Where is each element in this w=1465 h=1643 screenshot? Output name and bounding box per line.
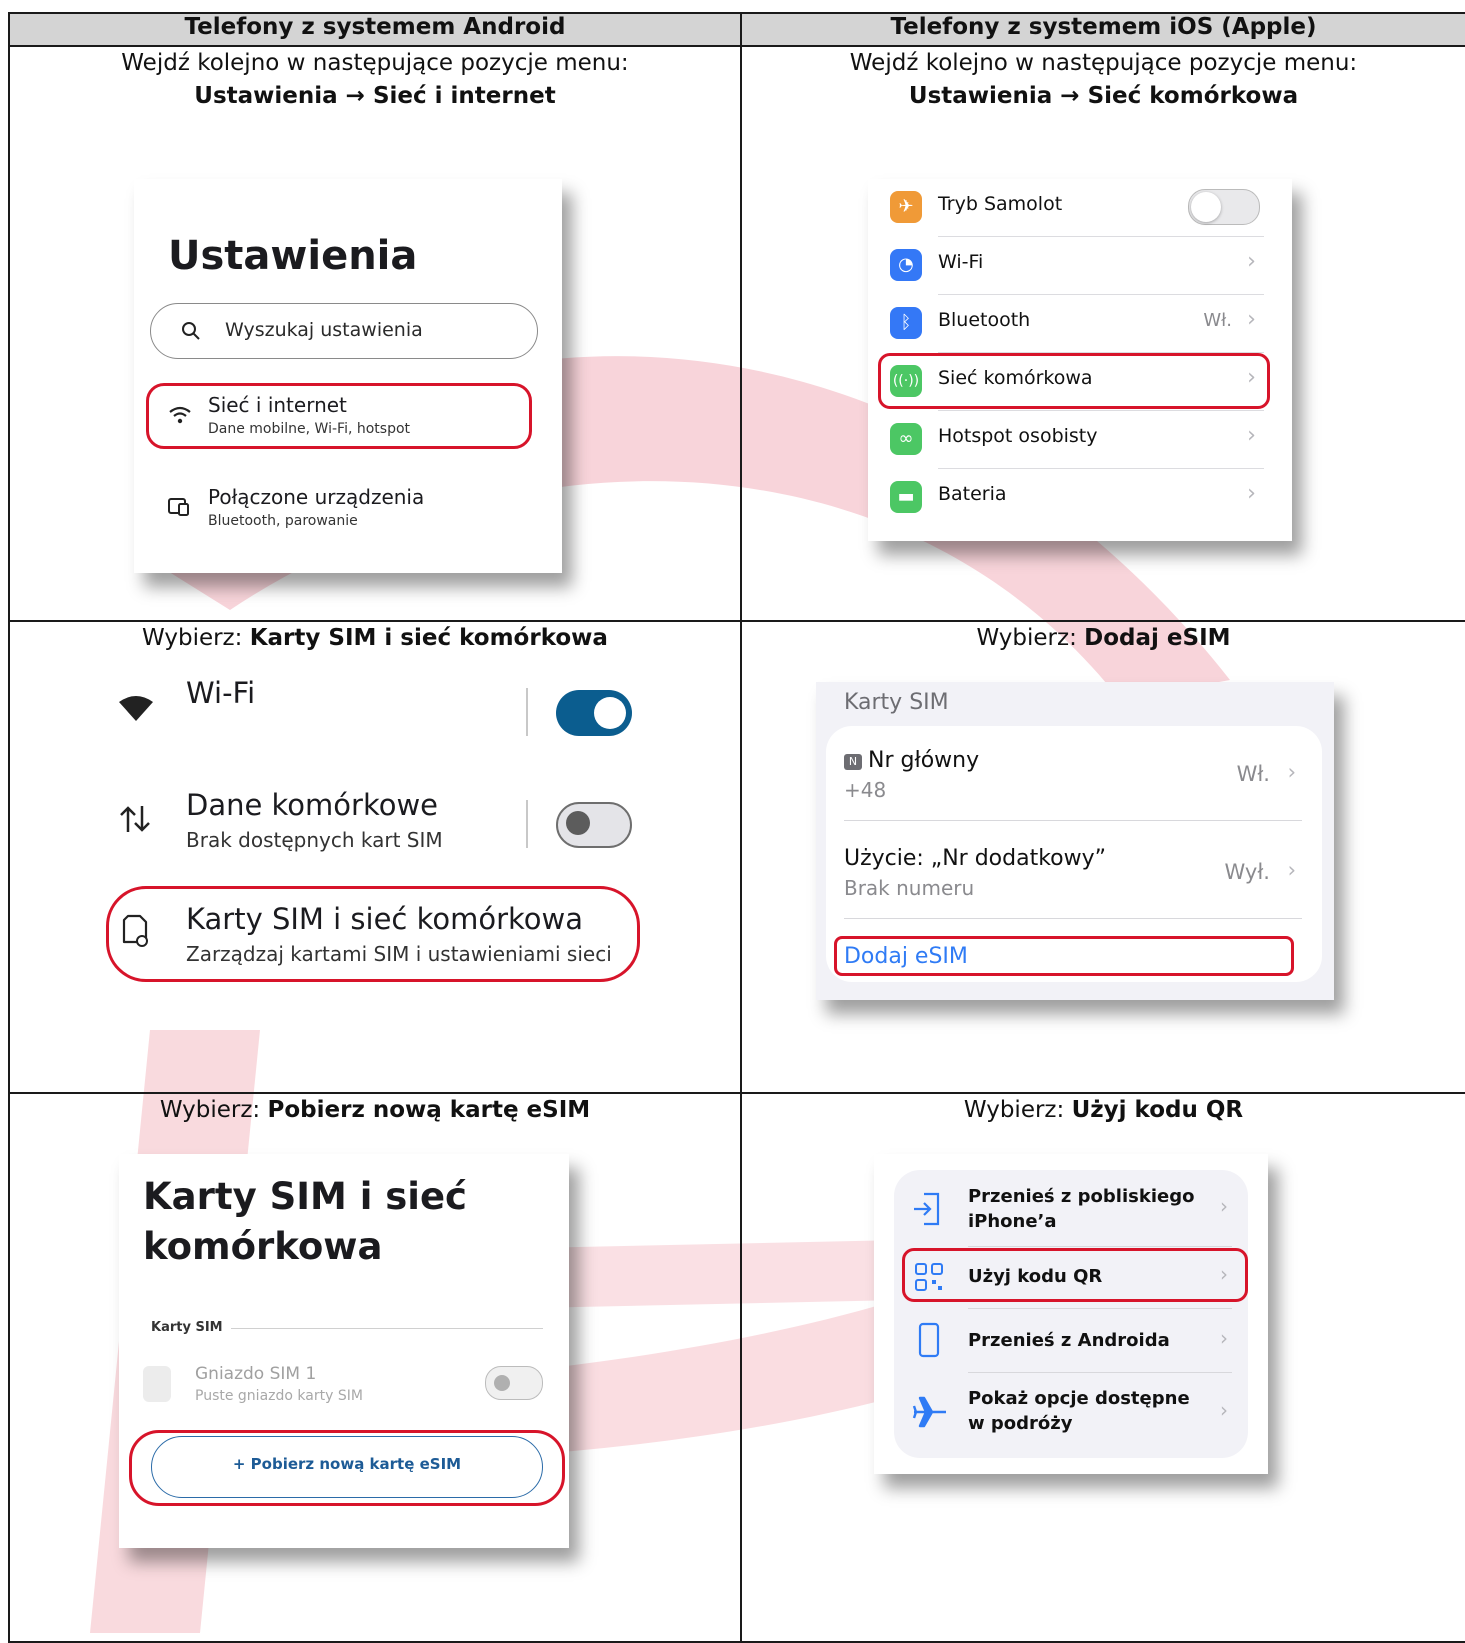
search-input[interactable]: Wyszukaj ustawienia	[150, 303, 538, 359]
phone-icon	[918, 1322, 940, 1358]
chevron-right-icon: ›	[1219, 1398, 1228, 1422]
highlight-download-esim	[129, 1430, 565, 1506]
sim-secondary-sub: Brak numeru	[843, 876, 975, 900]
settings-item-devices-title: Połączone urządzenia	[208, 485, 425, 509]
step3-ios-instruction: Wybierz: Użyj kodu QR	[963, 1097, 1244, 1123]
search-placeholder: Wyszukaj ustawienia	[225, 319, 423, 341]
highlight-network	[146, 383, 532, 449]
chevron-right-icon: ›	[1247, 423, 1256, 448]
mobile-data-toggle[interactable]	[556, 802, 632, 848]
ios-row-bluetooth[interactable]: ᛒ Bluetooth Wł. ›	[872, 295, 1280, 353]
cell-android-step2: Wybierz: Karty SIM i sieć komórkowa Wi-F…	[8, 620, 742, 1094]
header-ios: Telefony z systemem iOS (Apple)	[739, 12, 1465, 47]
sim-primary-number: +48	[843, 778, 887, 802]
sim-section-header: Karty SIM	[843, 690, 949, 715]
data-transfer-icon	[120, 806, 150, 832]
airplane-icon	[912, 1396, 946, 1428]
step1-ios-instruction: Wejdź kolejno w następujące pozycje menu…	[849, 50, 1358, 76]
header-android: Telefony z systemem Android	[8, 12, 742, 47]
bluetooth-icon: ᛒ	[889, 307, 922, 339]
chevron-right-icon: ›	[1287, 858, 1296, 882]
transfer-in-icon	[913, 1192, 940, 1226]
option-transfer-android[interactable]: Przenieś z Androida ›	[894, 1308, 1248, 1372]
settings-title: Ustawienia	[168, 233, 418, 279]
chevron-right-icon: ›	[1219, 1194, 1228, 1218]
step1-android-path: Ustawienia → Sieć i internet	[194, 83, 556, 109]
sim-primary-title[interactable]: Nr główny	[868, 748, 979, 773]
airplane-icon: ✈	[889, 191, 922, 223]
step1-ios-path: Ustawienia → Sieć komórkowa	[908, 83, 1299, 109]
wifi-toggle[interactable]	[556, 690, 632, 736]
ios-row-hotspot-label: Hotspot osobisty	[937, 425, 1098, 447]
cell-android-step3: Wybierz: Pobierz nową kartę eSIM Karty S…	[8, 1092, 742, 1643]
ios-row-hotspot[interactable]: ∞ Hotspot osobisty ›	[872, 411, 1280, 469]
settings-item-connected-devices[interactable]: Połączone urządzenia Bluetooth, parowani…	[134, 479, 554, 539]
airplane-toggle[interactable]	[1187, 189, 1260, 225]
mobile-data-sub: Brak dostępnych kart SIM	[186, 828, 443, 852]
chevron-right-icon: ›	[1219, 1326, 1228, 1350]
sim-page-title: Karty SIM i sieć komórkowa	[143, 1175, 467, 1268]
chevron-right-icon: ›	[1287, 760, 1296, 784]
ios-row-bluetooth-value: Wł.	[1203, 310, 1232, 331]
option-transfer-iphone-label: Przenieś z pobliskiego iPhone’a	[967, 1186, 1195, 1232]
ios-settings-screenshot: ✈ Tryb Samolot ◔ Wi-Fi › ᛒ Bluetooth Wł.…	[867, 179, 1292, 541]
sim-slot-sub: Puste gniazdo karty SIM	[195, 1388, 363, 1404]
ios-row-airplane[interactable]: ✈ Tryb Samolot	[872, 179, 1280, 237]
ios-row-battery-label: Bateria	[937, 483, 1007, 505]
search-icon	[182, 322, 200, 340]
devices-icon	[168, 498, 189, 516]
ios-row-battery[interactable]: ▬ Bateria ›	[872, 469, 1280, 527]
chevron-right-icon: ›	[1247, 249, 1256, 274]
chevron-right-icon: ›	[1247, 481, 1256, 506]
cell-ios-step2: Wybierz: Dodaj eSIM Karty SIM N Nr główn…	[739, 620, 1465, 1094]
step1-android-instruction: Wejdź kolejno w następujące pozycje menu…	[121, 50, 629, 76]
cell-ios-step3: Wybierz: Użyj kodu QR Przenieś z poblisk…	[739, 1092, 1465, 1643]
battery-icon: ▬	[889, 481, 922, 513]
cell-ios-step1: Wejdź kolejno w następujące pozycje menu…	[739, 45, 1465, 622]
settings-item-devices-sub: Bluetooth, parowanie	[208, 513, 358, 529]
highlight-cellular	[877, 353, 1270, 409]
ios-row-wifi[interactable]: ◔ Wi-Fi ›	[872, 237, 1280, 295]
option-transfer-android-label: Przenieś z Androida	[967, 1330, 1170, 1351]
wifi-label: Wi-Fi	[186, 676, 256, 710]
highlight-use-qr	[901, 1248, 1248, 1302]
step3-android-instruction: Wybierz: Pobierz nową kartę eSIM	[159, 1097, 591, 1123]
sim-slot-title: Gniazdo SIM 1	[195, 1364, 317, 1384]
android-sim-screenshot: Karty SIM i sieć komórkowa Karty SIM Gnia…	[119, 1154, 569, 1548]
sim-primary-value: Wł.	[1236, 762, 1270, 786]
mobile-data-label: Dane komórkowe	[186, 788, 439, 822]
sim-badge: N	[843, 754, 862, 770]
cell-android-step1: Wejdź kolejno w następujące pozycje menu…	[8, 45, 742, 622]
ios-esim-options-screenshot: Przenieś z pobliskiego iPhone’a › Użyj ko…	[873, 1154, 1268, 1474]
hotspot-icon: ∞	[889, 423, 922, 455]
option-travel[interactable]: Pokaż opcje dostępne w podróży ›	[894, 1372, 1248, 1452]
option-travel-label: Pokaż opcje dostępne w podróży	[967, 1388, 1190, 1434]
sim-secondary-value: Wył.	[1224, 860, 1270, 884]
ios-row-airplane-label: Tryb Samolot	[937, 193, 1063, 215]
chevron-right-icon: ›	[1247, 307, 1256, 332]
ios-row-bluetooth-label: Bluetooth	[937, 309, 1031, 331]
android-settings-screenshot: Ustawienia Wyszukaj ustawienia Sieć i in…	[134, 179, 562, 573]
sim-slot-icon	[143, 1366, 171, 1402]
wifi-icon: ◔	[889, 249, 922, 281]
highlight-sim-network	[106, 886, 640, 982]
highlight-add-esim	[833, 936, 1294, 976]
esim-options-list: Przenieś z pobliskiego iPhone’a › Użyj ko…	[893, 1170, 1248, 1458]
step2-android-instruction: Wybierz: Karty SIM i sieć komórkowa	[142, 625, 608, 651]
sim-slot-toggle[interactable]	[485, 1366, 543, 1400]
instruction-table: Telefony z systemem Android Telefony z s…	[8, 12, 1465, 1643]
ios-sim-screenshot: Karty SIM N Nr główny +48 Wł. › Użycie: …	[815, 682, 1334, 1000]
option-transfer-iphone[interactable]: Przenieś z pobliskiego iPhone’a ›	[894, 1170, 1248, 1246]
wifi-icon	[119, 696, 153, 721]
step2-ios-instruction: Wybierz: Dodaj eSIM	[976, 625, 1231, 651]
sim-secondary-title[interactable]: Użycie: „Nr dodatkowy”	[844, 846, 1106, 871]
ios-row-wifi-label: Wi-Fi	[937, 251, 984, 273]
sim-section-label: Karty SIM	[151, 1320, 223, 1335]
